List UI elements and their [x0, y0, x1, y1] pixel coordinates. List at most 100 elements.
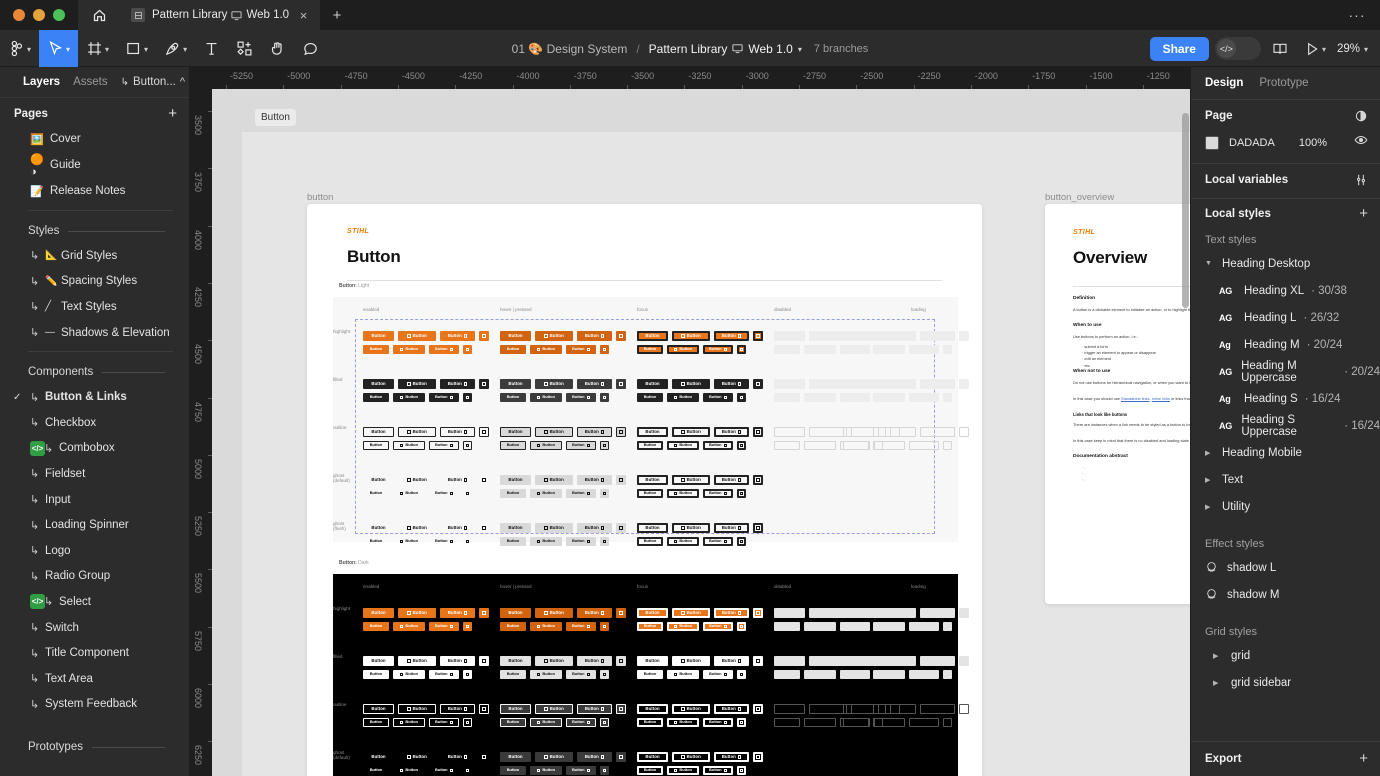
button-variant-sample[interactable]: Button: [535, 331, 573, 341]
sidebar-item-text-styles[interactable]: ↳ ╱ Text Styles: [0, 294, 189, 320]
button-variant-sample[interactable]: Button: [530, 622, 562, 631]
icon-button-variant-sample[interactable]: [753, 752, 763, 762]
button-variant-sample[interactable]: Button: [530, 441, 562, 450]
button-variant-sample[interactable]: Button: [909, 670, 939, 679]
icon-button-variant-sample[interactable]: [600, 441, 609, 450]
button-variant-sample[interactable]: Button: [440, 523, 475, 533]
button-variant-sample[interactable]: Button: [804, 766, 836, 775]
button-variant-sample[interactable]: Button: [500, 656, 531, 666]
button-variant-sample[interactable]: Button: [530, 393, 562, 402]
dev-mode-toggle[interactable]: </>: [1215, 37, 1261, 60]
icon-button-variant-sample[interactable]: [479, 608, 489, 618]
button-variant-sample[interactable]: Button: [393, 537, 425, 546]
button-variant-sample[interactable]: Button: [809, 523, 847, 533]
button-variant-sample[interactable]: Button: [363, 523, 394, 533]
icon-button-variant-sample[interactable]: [943, 441, 952, 450]
button-variant-sample[interactable]: Button: [714, 379, 749, 389]
button-variant-sample[interactable]: Button: [809, 608, 847, 618]
button-variant-sample[interactable]: Button: [843, 475, 874, 485]
button-variant-sample[interactable]: Button: [843, 489, 869, 498]
button-variant-sample[interactable]: Button: [843, 441, 869, 450]
button-variant-sample[interactable]: Button: [363, 475, 394, 485]
icon-button-variant-sample[interactable]: [943, 622, 952, 631]
icon-button-variant-sample[interactable]: [616, 331, 626, 341]
chevron-up-icon[interactable]: ^: [180, 76, 185, 88]
icon-button-variant-sample[interactable]: [737, 393, 746, 402]
icon-button-variant-sample[interactable]: [753, 523, 763, 533]
icon-button-variant-sample[interactable]: [943, 670, 952, 679]
sidebar-item-combobox[interactable]: </> ↳ Combobox: [0, 436, 189, 462]
button-variant-sample[interactable]: Button: [566, 345, 596, 354]
text-style-group-heading-desktop[interactable]: ▼ Heading Desktop: [1191, 250, 1380, 277]
new-tab-button[interactable]: +: [320, 0, 354, 30]
sidebar-item-logo[interactable]: ↳ Logo: [0, 538, 189, 564]
button-variant-sample[interactable]: Button: [920, 608, 955, 618]
button-variant-sample[interactable]: Button: [637, 622, 663, 631]
button-variant-sample[interactable]: Button: [703, 345, 733, 354]
hand-tool-icon[interactable]: [261, 30, 294, 67]
button-variant-sample[interactable]: Button: [703, 441, 733, 450]
page-style-settings-button[interactable]: [1354, 109, 1368, 123]
button-variant-sample[interactable]: Button: [909, 345, 939, 354]
button-variant-sample[interactable]: Button: [500, 441, 526, 450]
shape-tool-icon[interactable]: ▾: [117, 30, 156, 67]
button-variant-sample[interactable]: Button: [873, 670, 905, 679]
icon-button-variant-sample[interactable]: [600, 489, 609, 498]
button-variant-sample[interactable]: Button: [500, 752, 531, 762]
button-variant-sample[interactable]: Button: [873, 393, 905, 402]
sidebar-item-cover[interactable]: 🖼️ Cover: [0, 126, 189, 152]
icon-button-variant-sample[interactable]: [737, 345, 746, 354]
button-variant-sample[interactable]: Button: [843, 766, 869, 775]
button-variant-sample[interactable]: Button: [714, 704, 749, 714]
button-variant-sample[interactable]: Button: [667, 718, 699, 727]
button-variant-sample[interactable]: Button: [637, 331, 668, 341]
button-variant-sample[interactable]: Button: [672, 608, 710, 618]
button-variant-sample[interactable]: Button: [398, 704, 436, 714]
icon-button-variant-sample[interactable]: [479, 752, 489, 762]
button-variant-sample[interactable]: Button: [774, 766, 800, 775]
button-variant-sample[interactable]: Button: [398, 752, 436, 762]
button-variant-sample[interactable]: Button: [500, 331, 531, 341]
button-variant-sample[interactable]: Button: [577, 427, 612, 437]
button-variant-sample[interactable]: Button: [363, 427, 394, 437]
effect-style-shadow-l[interactable]: shadow L: [1191, 554, 1380, 581]
button-variant-sample[interactable]: Button: [843, 704, 874, 714]
button-variant-sample[interactable]: Button: [774, 475, 805, 485]
button-variant-sample[interactable]: Button: [566, 670, 596, 679]
icon-button-variant-sample[interactable]: [463, 441, 472, 450]
button-variant-sample[interactable]: Button: [500, 718, 526, 727]
icon-button-variant-sample[interactable]: [959, 427, 969, 437]
add-style-button[interactable]: +: [1359, 208, 1368, 220]
button-variant-sample[interactable]: Button: [637, 523, 668, 533]
icon-button-variant-sample[interactable]: [959, 704, 969, 714]
button-variant-sample[interactable]: Button: [637, 345, 663, 354]
icon-button-variant-sample[interactable]: [959, 656, 969, 666]
button-variant-sample[interactable]: Button: [637, 475, 668, 485]
button-variant-sample[interactable]: Button: [577, 608, 612, 618]
text-style-heading-m-uppercase[interactable]: AG Heading M Uppercase · 20/24: [1191, 358, 1380, 385]
button-variant-sample[interactable]: Button: [440, 656, 475, 666]
button-variant-sample[interactable]: Button: [774, 345, 800, 354]
button-variant-sample[interactable]: Button: [843, 523, 874, 533]
canvas-vertical-scrollbar[interactable]: [1182, 113, 1189, 308]
zoom-level-button[interactable]: 29% ▾: [1337, 43, 1372, 55]
button-variant-sample[interactable]: Button: [909, 393, 939, 402]
button-variant-sample[interactable]: Button: [637, 427, 668, 437]
icon-button-variant-sample[interactable]: [737, 622, 746, 631]
button-variant-sample[interactable]: Button: [909, 766, 939, 775]
button-variant-sample[interactable]: Button: [363, 608, 394, 618]
button-variant-sample[interactable]: Button: [393, 766, 425, 775]
icon-button-variant-sample[interactable]: [753, 656, 763, 666]
button-variant-sample[interactable]: Button: [429, 489, 459, 498]
button-variant-sample[interactable]: Button: [429, 766, 459, 775]
button-variant-sample[interactable]: Button: [667, 670, 699, 679]
button-variant-sample[interactable]: Button: [774, 331, 805, 341]
icon-button-variant-sample[interactable]: [753, 608, 763, 618]
sidebar-item-spacing-styles[interactable]: ↳ ✏️ Spacing Styles: [0, 269, 189, 295]
icon-button-variant-sample[interactable]: [479, 523, 489, 533]
button-variant-sample[interactable]: Button: [577, 656, 612, 666]
button-variant-sample[interactable]: Button: [566, 622, 596, 631]
button-variant-sample[interactable]: Button: [637, 670, 663, 679]
button-variant-sample[interactable]: Button: [398, 331, 436, 341]
button-variant-sample[interactable]: Button: [667, 345, 699, 354]
